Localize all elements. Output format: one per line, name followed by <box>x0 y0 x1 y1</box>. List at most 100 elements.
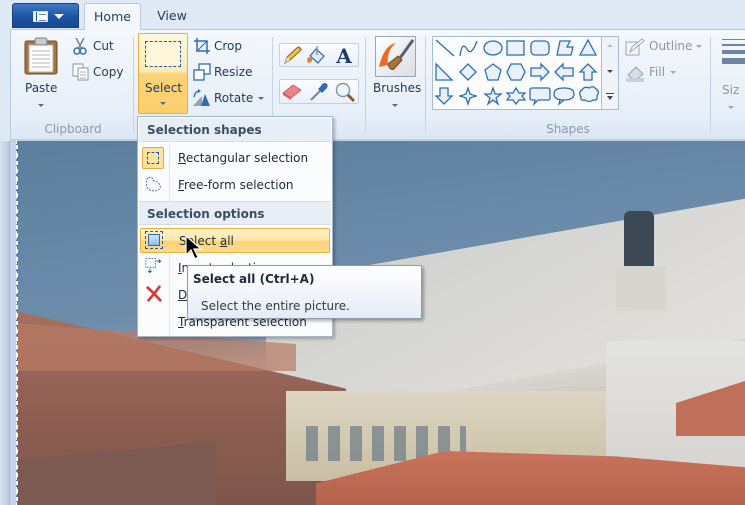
select-all-tooltip: Select all (Ctrl+A) Select the entire pi… <box>187 265 422 319</box>
shape-curve-icon <box>459 40 478 57</box>
tooltip-title: Select all (Ctrl+A) <box>193 272 315 286</box>
copy-icon <box>72 63 89 81</box>
shape-triangle-icon <box>578 38 598 56</box>
resize-icon <box>193 63 211 81</box>
magnifier-icon[interactable] <box>334 81 356 103</box>
delete-x-icon <box>146 285 162 302</box>
cut-label: Cut <box>93 39 114 53</box>
crop-label: Crop <box>214 39 243 53</box>
tooltip-description: Select the entire picture. <box>201 299 350 313</box>
menu-item-free-form-selection[interactable]: Free-form selection <box>140 173 330 198</box>
chevron-down-icon <box>54 14 64 19</box>
shape-right-triangle-icon <box>435 62 454 81</box>
chevron-down-icon <box>670 71 676 74</box>
select-label: Select <box>145 81 183 95</box>
menu-item-select-all[interactable]: Select all <box>140 228 330 253</box>
fill-with-color-icon[interactable] <box>306 45 330 65</box>
size-lines-icon <box>722 39 745 69</box>
chevron-down-icon <box>392 104 398 107</box>
shape-right-arrow-icon <box>530 62 550 82</box>
shapes-group-label: Shapes <box>546 122 590 136</box>
group-separator <box>710 37 711 132</box>
shape-oval-icon <box>483 40 503 56</box>
select-all-icon <box>145 231 163 249</box>
paint-window: Home View Paste Cut Copy Clipboard Selec… <box>0 0 745 505</box>
resize-label: Resize <box>214 65 253 79</box>
select-button[interactable]: Select <box>138 33 188 114</box>
shape-oval-callout-icon <box>553 87 575 106</box>
shape-down-arrow-icon <box>434 87 454 105</box>
crop-button[interactable]: Crop <box>191 36 251 56</box>
fill-button[interactable]: Fill <box>625 63 685 83</box>
text-icon[interactable]: A <box>333 45 355 65</box>
shape-diamond-icon <box>459 63 477 81</box>
rotate-button[interactable]: Rotate <box>191 88 267 108</box>
size-button[interactable]: Siz <box>720 36 745 112</box>
copy-button[interactable]: Copy <box>70 62 126 82</box>
shape-hexagon-icon <box>506 63 526 81</box>
shapes-gallery-grid <box>434 38 599 107</box>
scissors-icon <box>73 37 87 55</box>
tab-view[interactable]: View <box>145 3 199 30</box>
outline-button[interactable]: Outline <box>625 37 705 57</box>
outline-pencil-icon <box>625 38 645 56</box>
shapes-gallery-scrollbar <box>602 36 619 110</box>
chevron-down-icon <box>258 97 264 100</box>
shape-pentagon-icon <box>484 63 502 81</box>
group-separator <box>365 37 366 132</box>
clipboard-group-label: Clipboard <box>44 122 102 136</box>
shape-polygon-icon <box>556 40 574 56</box>
chevron-down-icon <box>160 102 166 105</box>
mouse-cursor-icon <box>185 235 203 260</box>
tab-home[interactable]: Home <box>84 3 141 30</box>
clipboard-paste-icon <box>24 37 58 75</box>
shape-four-point-star-icon <box>457 85 479 107</box>
canvas-image[interactable] <box>16 141 745 505</box>
size-label: Siz <box>722 83 740 97</box>
shape-line-icon <box>435 39 455 57</box>
chevron-down-icon <box>38 104 44 107</box>
shape-six-point-star-icon <box>505 86 527 106</box>
color-picker-icon[interactable] <box>308 81 330 103</box>
brushes-button[interactable]: Brushes <box>370 34 422 112</box>
scroll-up-button[interactable] <box>607 44 613 47</box>
brushes-label: Brushes <box>373 81 422 95</box>
outline-label: Outline <box>649 39 693 53</box>
shape-cloud-callout-icon <box>579 86 599 103</box>
rectangular-selection-icon <box>145 41 181 67</box>
statue-pedestal <box>616 266 666 311</box>
free-form-selection-icon <box>146 176 161 192</box>
shapes-gallery <box>432 36 602 110</box>
menu-header-selection-shapes: Selection shapes <box>139 118 331 142</box>
vertical-scrollbar[interactable] <box>0 141 10 505</box>
brush-icon <box>375 36 416 77</box>
menu-item-rectangular-selection[interactable]: Rectangular selection <box>140 146 330 171</box>
resize-button[interactable]: Resize <box>191 62 257 82</box>
paste-label: Paste <box>25 81 58 95</box>
paste-button[interactable]: Paste <box>18 34 64 110</box>
shape-rounded-rect-callout-icon <box>529 87 551 107</box>
selection-marquee <box>16 141 18 505</box>
statue <box>624 211 654 271</box>
gallery-expand-button[interactable] <box>606 93 614 102</box>
rectangular-selection-icon <box>142 147 164 169</box>
chevron-down-icon <box>728 106 734 109</box>
pencil-icon[interactable] <box>282 45 304 65</box>
svg-text:A: A <box>335 45 352 65</box>
shape-rectangle-icon <box>506 40 525 56</box>
group-separator <box>425 37 426 132</box>
rotate-icon <box>193 89 210 106</box>
shape-left-arrow-icon <box>554 62 574 82</box>
eraser-icon[interactable] <box>281 81 303 101</box>
menu-header-selection-options: Selection options <box>139 201 331 225</box>
scroll-down-button[interactable] <box>607 70 613 73</box>
fill-bucket-icon <box>626 66 644 82</box>
paint-menu-button[interactable] <box>12 3 79 28</box>
invert-selection-icon <box>145 258 162 274</box>
cut-button[interactable]: Cut <box>70 36 120 56</box>
fill-label: Fill <box>649 65 666 79</box>
copy-label: Copy <box>93 65 124 79</box>
paint-menu-icon <box>33 11 48 22</box>
group-separator <box>133 37 134 132</box>
rotate-label: Rotate <box>214 91 254 105</box>
